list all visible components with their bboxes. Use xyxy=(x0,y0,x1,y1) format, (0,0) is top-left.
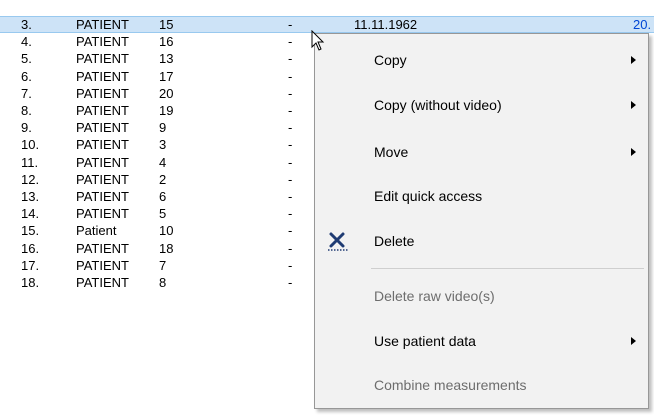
menu-item-copy-without-video[interactable]: Copy (without video) xyxy=(315,90,648,120)
row-number: 3. xyxy=(21,17,32,32)
submenu-arrow-icon xyxy=(631,148,636,156)
placeholder-cell: - xyxy=(288,258,293,273)
placeholder-cell: - xyxy=(288,17,293,32)
row-number: 11. xyxy=(21,155,39,170)
row-number: 18. xyxy=(21,275,40,290)
patient-name: PATIENT xyxy=(76,155,129,170)
menu-item-edit-quick-access[interactable]: Edit quick access xyxy=(315,181,648,211)
placeholder-cell: - xyxy=(288,103,293,118)
menu-item-label: Copy xyxy=(374,52,407,68)
patient-id: 4 xyxy=(159,155,167,170)
context-menu: Copy Copy (without video) Move Edit quick a… xyxy=(314,33,649,409)
menu-item-label: Move xyxy=(374,144,409,160)
birth-date: 11.11.1962 xyxy=(354,17,418,32)
placeholder-cell: - xyxy=(288,241,293,256)
patient-name: PATIENT xyxy=(76,172,129,187)
patient-id: 2 xyxy=(159,172,167,187)
menu-item-delete-raw-video-s: Delete raw video(s) xyxy=(315,281,648,311)
patient-name: PATIENT xyxy=(76,103,129,118)
menu-item-delete[interactable]: Delete xyxy=(315,226,648,256)
placeholder-cell: - xyxy=(288,206,293,221)
menu-item-move[interactable]: Move xyxy=(315,137,648,167)
menu-item-label: Use patient data xyxy=(374,333,476,349)
row-number: 8. xyxy=(21,103,32,118)
patient-id: 9 xyxy=(159,120,167,135)
submenu-arrow-icon xyxy=(631,337,636,345)
row-number: 13. xyxy=(21,189,40,204)
placeholder-cell: - xyxy=(288,275,293,290)
row-number: 7. xyxy=(21,86,32,101)
extra-cell: 20. xyxy=(633,17,652,32)
patient-id: 13 xyxy=(159,51,174,66)
row-number: 6. xyxy=(21,69,32,84)
mouse-cursor-icon xyxy=(311,30,325,51)
patient-name: PATIENT xyxy=(76,86,129,101)
placeholder-cell: - xyxy=(288,137,293,152)
placeholder-cell: - xyxy=(288,189,293,204)
placeholder-cell: - xyxy=(288,69,293,84)
placeholder-cell: - xyxy=(288,172,293,187)
delete-x-icon xyxy=(328,232,348,251)
row-number: 4. xyxy=(21,34,32,49)
menu-item-label: Copy (without video) xyxy=(374,97,502,113)
patient-name: PATIENT xyxy=(76,17,129,32)
row-number: 10. xyxy=(21,137,40,152)
menu-item-label: Delete xyxy=(374,233,415,249)
patient-name: PATIENT xyxy=(76,189,129,204)
patient-name: Patient xyxy=(76,223,117,238)
patient-name: PATIENT xyxy=(76,275,129,290)
patient-id: 17 xyxy=(159,69,174,84)
patient-id: 8 xyxy=(159,275,167,290)
row-number: 16. xyxy=(21,241,40,256)
patient-name: PATIENT xyxy=(76,206,129,221)
placeholder-cell: - xyxy=(288,51,293,66)
placeholder-cell: - xyxy=(288,223,293,238)
menu-item-label: Combine measurements xyxy=(374,377,527,393)
submenu-arrow-icon xyxy=(631,56,636,64)
patient-id: 18 xyxy=(159,241,174,256)
patient-name: PATIENT xyxy=(76,137,129,152)
menu-item-combine-measurements: Combine measurements xyxy=(315,370,648,400)
patient-name: PATIENT xyxy=(76,258,129,273)
menu-item-copy[interactable]: Copy xyxy=(315,45,648,75)
row-number: 5. xyxy=(21,51,32,66)
menu-item-label: Edit quick access xyxy=(374,188,483,204)
submenu-arrow-icon xyxy=(631,101,636,109)
patient-name: PATIENT xyxy=(76,69,129,84)
row-number: 17. xyxy=(21,258,40,273)
menu-separator xyxy=(371,268,644,269)
menu-item-use-patient-data[interactable]: Use patient data xyxy=(315,326,648,356)
patient-id: 19 xyxy=(159,103,174,118)
placeholder-cell: - xyxy=(288,120,293,135)
menu-item-label: Delete raw video(s) xyxy=(374,288,495,304)
patient-name: PATIENT xyxy=(76,241,129,256)
patient-id: 5 xyxy=(159,206,167,221)
placeholder-cell: - xyxy=(288,34,293,49)
patient-name: PATIENT xyxy=(76,120,129,135)
row-number: 15. xyxy=(21,223,40,238)
patient-id: 15 xyxy=(159,17,174,32)
patient-id: 20 xyxy=(159,86,174,101)
placeholder-cell: - xyxy=(288,86,293,101)
patient-id: 6 xyxy=(159,189,167,204)
row-number: 12. xyxy=(21,172,40,187)
row-number: 9. xyxy=(21,120,32,135)
patient-id: 7 xyxy=(159,258,167,273)
placeholder-cell: - xyxy=(288,155,293,170)
patient-id: 16 xyxy=(159,34,174,49)
patient-name: PATIENT xyxy=(76,34,129,49)
patient-id: 3 xyxy=(159,137,167,152)
patient-name: PATIENT xyxy=(76,51,129,66)
row-number: 14. xyxy=(21,206,40,221)
table-row[interactable]: 3. PATIENT 15 - 11.11.1962 20. xyxy=(0,16,654,33)
patient-id: 10 xyxy=(159,223,174,238)
